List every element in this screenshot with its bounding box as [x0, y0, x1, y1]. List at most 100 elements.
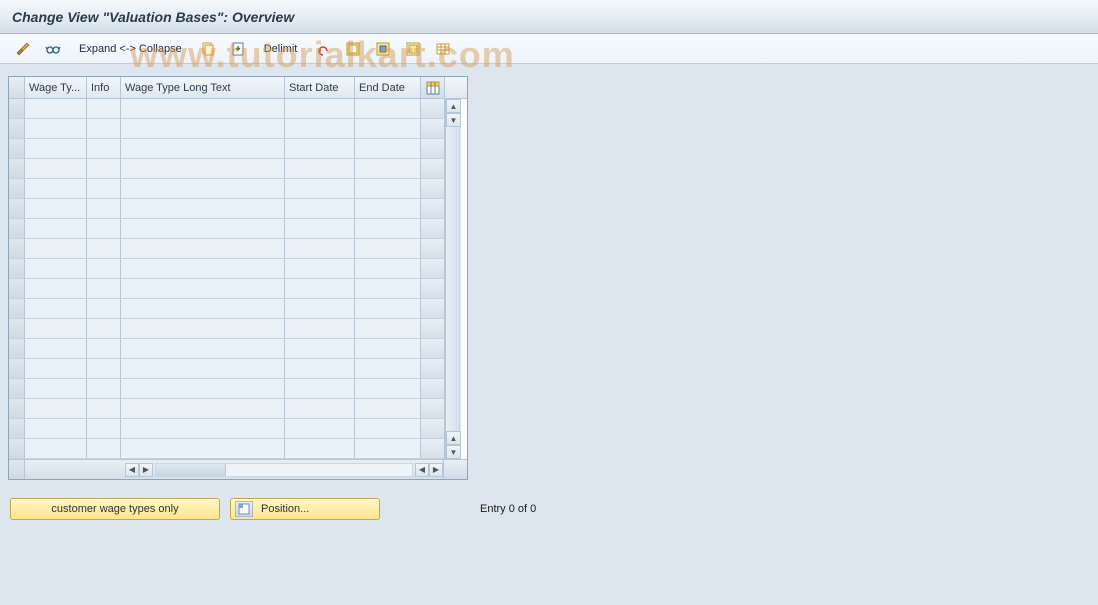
cell-info[interactable] [87, 199, 121, 218]
table-row[interactable] [9, 99, 445, 119]
cell-start[interactable] [285, 259, 355, 278]
row-selector[interactable] [9, 179, 25, 198]
cell-long[interactable] [121, 199, 285, 218]
cell-start[interactable] [285, 199, 355, 218]
row-selector[interactable] [9, 119, 25, 138]
cell-start[interactable] [285, 139, 355, 158]
deselect-all-button[interactable] [400, 39, 426, 59]
cell-start[interactable] [285, 219, 355, 238]
table-row[interactable] [9, 419, 445, 439]
cell-start[interactable] [285, 299, 355, 318]
row-selector-header[interactable] [9, 77, 25, 98]
cell-long[interactable] [121, 159, 285, 178]
cell-info[interactable] [87, 139, 121, 158]
scroll-down-arrow[interactable]: ▼ [446, 445, 461, 459]
table-row[interactable] [9, 379, 445, 399]
cell-wage[interactable] [25, 339, 87, 358]
scroll-up-arrow[interactable]: ▲ [446, 99, 461, 113]
cell-wage[interactable] [25, 139, 87, 158]
cell-info[interactable] [87, 219, 121, 238]
cell-start[interactable] [285, 439, 355, 458]
cell-wage[interactable] [25, 119, 87, 138]
cell-end[interactable] [355, 379, 421, 398]
cell-long[interactable] [121, 239, 285, 258]
cell-wage[interactable] [25, 199, 87, 218]
cell-long[interactable] [121, 399, 285, 418]
cell-start[interactable] [285, 379, 355, 398]
row-selector[interactable] [9, 359, 25, 378]
cell-info[interactable] [87, 179, 121, 198]
cell-info[interactable] [87, 399, 121, 418]
cell-end[interactable] [355, 439, 421, 458]
horizontal-scrollbar[interactable]: ◀ ▶ ◀ ▶ [125, 460, 443, 479]
scroll-left-arrow[interactable]: ◀ [125, 463, 139, 477]
col-header-start[interactable]: Start Date [285, 77, 355, 98]
scroll-up-bottom-arrow[interactable]: ▲ [446, 431, 461, 445]
table-row[interactable] [9, 259, 445, 279]
cell-wage[interactable] [25, 399, 87, 418]
cell-long[interactable] [121, 319, 285, 338]
row-selector[interactable] [9, 219, 25, 238]
cell-wage[interactable] [25, 439, 87, 458]
table-row[interactable] [9, 119, 445, 139]
table-row[interactable] [9, 399, 445, 419]
row-selector[interactable] [9, 239, 25, 258]
cell-info[interactable] [87, 279, 121, 298]
row-selector[interactable] [9, 299, 25, 318]
cell-info[interactable] [87, 159, 121, 178]
cell-info[interactable] [87, 259, 121, 278]
cell-start[interactable] [285, 319, 355, 338]
row-selector[interactable] [9, 159, 25, 178]
cell-wage[interactable] [25, 99, 87, 118]
cell-start[interactable] [285, 339, 355, 358]
customer-wage-types-button[interactable]: customer wage types only [10, 498, 220, 520]
cell-info[interactable] [87, 319, 121, 338]
row-selector[interactable] [9, 99, 25, 118]
cell-end[interactable] [355, 319, 421, 338]
cell-wage[interactable] [25, 239, 87, 258]
row-selector[interactable] [9, 439, 25, 458]
cell-start[interactable] [285, 419, 355, 438]
cell-wage[interactable] [25, 419, 87, 438]
table-row[interactable] [9, 359, 445, 379]
cell-info[interactable] [87, 339, 121, 358]
cell-end[interactable] [355, 279, 421, 298]
cell-wage[interactable] [25, 299, 87, 318]
row-selector[interactable] [9, 339, 25, 358]
row-selector[interactable] [9, 199, 25, 218]
cell-long[interactable] [121, 259, 285, 278]
other-view-button[interactable] [10, 39, 36, 59]
copy-button[interactable] [195, 39, 221, 59]
table-row[interactable] [9, 139, 445, 159]
cell-info[interactable] [87, 419, 121, 438]
cell-end[interactable] [355, 159, 421, 178]
cell-info[interactable] [87, 119, 121, 138]
vertical-scrollbar[interactable]: ▲ ▼ ▲ ▼ [445, 99, 461, 459]
row-selector[interactable] [9, 399, 25, 418]
cell-end[interactable] [355, 119, 421, 138]
table-row[interactable] [9, 299, 445, 319]
scroll-left-end-arrow[interactable]: ◀ [415, 463, 429, 477]
table-row[interactable] [9, 179, 445, 199]
cell-long[interactable] [121, 299, 285, 318]
cell-end[interactable] [355, 239, 421, 258]
row-selector[interactable] [9, 419, 25, 438]
row-selector[interactable] [9, 259, 25, 278]
row-selector[interactable] [9, 279, 25, 298]
cell-wage[interactable] [25, 259, 87, 278]
cell-info[interactable] [87, 299, 121, 318]
cell-info[interactable] [87, 379, 121, 398]
cell-start[interactable] [285, 359, 355, 378]
cell-wage[interactable] [25, 179, 87, 198]
hscroll-track[interactable] [155, 463, 413, 477]
delimit-button[interactable]: Delimit [255, 39, 307, 59]
cell-end[interactable] [355, 399, 421, 418]
col-header-wage[interactable]: Wage Ty... [25, 77, 87, 98]
cell-end[interactable] [355, 299, 421, 318]
cell-long[interactable] [121, 219, 285, 238]
cell-wage[interactable] [25, 319, 87, 338]
cell-end[interactable] [355, 99, 421, 118]
cell-end[interactable] [355, 219, 421, 238]
cell-end[interactable] [355, 339, 421, 358]
table-row[interactable] [9, 319, 445, 339]
